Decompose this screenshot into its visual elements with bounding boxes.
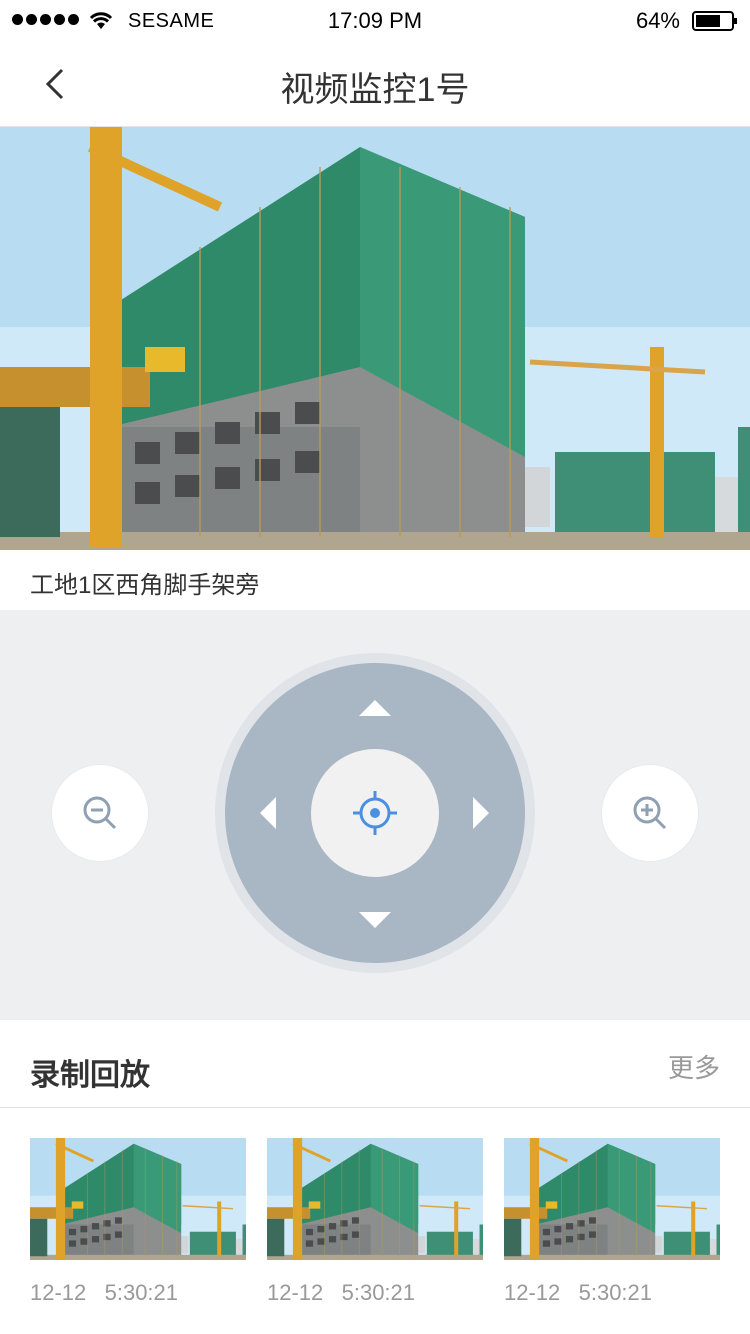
- more-link[interactable]: 更多: [668, 1048, 720, 1085]
- target-icon: [353, 791, 397, 835]
- pan-left-button[interactable]: [260, 797, 276, 829]
- thumbnail-image: [267, 1138, 483, 1260]
- playback-title: 录制回放: [30, 1059, 150, 1092]
- camera-location: 工地1区西角脚手架旁: [30, 572, 260, 599]
- pan-right-button[interactable]: [473, 797, 489, 829]
- playback-thumbnail[interactable]: [504, 1138, 720, 1260]
- thumbnail-image: [30, 1138, 246, 1260]
- battery-icon: [692, 11, 737, 31]
- video-frame: [0, 127, 750, 550]
- playback-time: 12-12 5:30:21: [30, 1280, 179, 1305]
- status-bar: SESAME 17:09 PM 64%: [0, 0, 750, 42]
- zoom-in-icon: [633, 796, 667, 830]
- battery-percent: 64%: [635, 8, 680, 33]
- page-title: 视频监控1号: [280, 71, 470, 109]
- ptz-control-panel: [0, 610, 750, 1020]
- playback-header: 录制回放 更多: [0, 1020, 750, 1108]
- pan-up-button[interactable]: [359, 700, 391, 716]
- video-player[interactable]: [0, 127, 750, 550]
- zoom-in-button[interactable]: [601, 764, 699, 862]
- pan-down-button[interactable]: [359, 912, 391, 928]
- zoom-out-icon: [83, 796, 117, 830]
- playback-thumbnail[interactable]: [267, 1138, 483, 1260]
- playback-time: 12-12 5:30:21: [267, 1280, 416, 1305]
- center-button[interactable]: [311, 749, 439, 877]
- playback-time: 12-12 5:30:21: [504, 1280, 653, 1305]
- nav-bar: 视频监控1号: [0, 42, 750, 127]
- thumbnail-image: [504, 1138, 720, 1260]
- playback-thumbnail[interactable]: [30, 1138, 246, 1260]
- zoom-out-button[interactable]: [51, 764, 149, 862]
